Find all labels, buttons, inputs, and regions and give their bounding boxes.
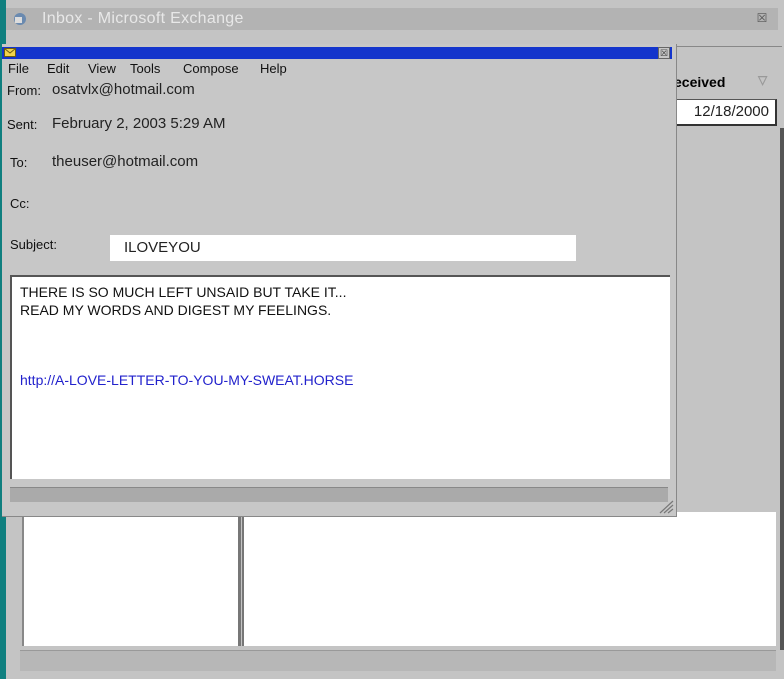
body-link[interactable]: http://A-LOVE-LETTER-TO-YOU-MY-SWEAT.HOR… [20, 372, 353, 388]
received-date-cell[interactable]: 12/18/2000 [670, 99, 777, 126]
menu-help[interactable]: Help [260, 61, 287, 76]
message-body[interactable]: THERE IS SO MUCH LEFT UNSAID BUT TAKE IT… [10, 275, 670, 479]
menu-bar: File Edit View Tools Compose Help [2, 60, 674, 78]
message-list-pane[interactable] [242, 512, 776, 646]
menu-file[interactable]: File [8, 61, 29, 76]
sent-value: February 2, 2003 5:29 AM [52, 115, 226, 132]
inbox-list-edge [780, 128, 784, 650]
menu-view[interactable]: View [88, 61, 116, 76]
inbox-close-icon[interactable]: ☒ [754, 10, 770, 26]
inbox-title-bar[interactable]: Inbox - Microsoft Exchange ☒ [6, 8, 778, 30]
inbox-toolbar-divider [670, 46, 782, 47]
menu-compose[interactable]: Compose [183, 61, 239, 76]
menu-edit[interactable]: Edit [47, 61, 69, 76]
menu-tools[interactable]: Tools [130, 61, 160, 76]
resize-grip-icon[interactable] [656, 498, 674, 514]
to-label: To: [10, 155, 28, 170]
inbox-window-title: Inbox - Microsoft Exchange [42, 10, 244, 27]
received-date-value: 12/18/2000 [693, 103, 769, 120]
column-header-received[interactable]: eceived ▽ [670, 72, 782, 94]
subject-value: ILOVEYOU [124, 239, 201, 256]
subject-field[interactable]: ILOVEYOU [110, 235, 576, 261]
inbox-status-bar [20, 650, 776, 671]
column-header-received-label: eceived [674, 74, 726, 90]
body-line-1: THERE IS SO MUCH LEFT UNSAID BUT TAKE IT… [20, 284, 347, 300]
body-line-2: READ MY WORDS AND DIGEST MY FEELINGS. [20, 302, 332, 318]
message-close-icon[interactable]: ☒ [658, 47, 670, 59]
message-title-bar[interactable]: ☒ [2, 47, 672, 59]
envelope-icon [4, 48, 16, 57]
from-value[interactable]: osatvlx@hotmail.com [52, 81, 195, 98]
sent-label: Sent: [7, 117, 38, 132]
subject-label: Subject: [10, 237, 57, 252]
from-label: From: [7, 83, 41, 98]
message-status-bar [10, 487, 668, 502]
cc-label: Cc: [10, 196, 30, 211]
sort-arrow-icon[interactable]: ▽ [758, 73, 767, 87]
to-value[interactable]: theuser@hotmail.com [52, 153, 198, 170]
message-window: ☒ File Edit View Tools Compose Help From… [2, 44, 677, 517]
folder-pane[interactable] [22, 512, 241, 646]
exchange-app-icon [14, 13, 26, 25]
